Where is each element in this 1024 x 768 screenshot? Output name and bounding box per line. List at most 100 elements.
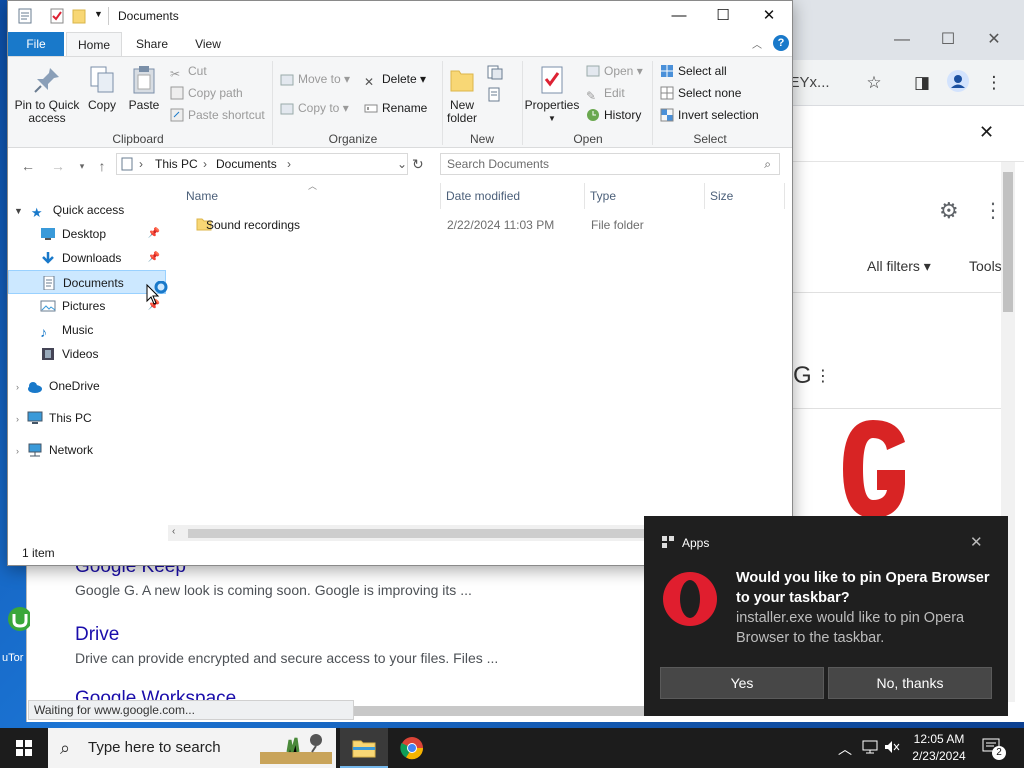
recent-locations-icon[interactable]: ▾: [72, 157, 92, 175]
column-header-date[interactable]: Date modified: [446, 189, 520, 203]
tab-file[interactable]: File: [8, 32, 64, 56]
toast-close-icon[interactable]: ✕: [970, 533, 983, 551]
new-folder-quick-icon[interactable]: [72, 8, 86, 27]
history-icon: [586, 108, 600, 122]
bookmark-star-icon[interactable]: ☆: [861, 70, 887, 96]
chrome-menu-icon[interactable]: ⋮: [981, 70, 1007, 96]
taskbar-file-explorer[interactable]: [340, 728, 388, 768]
paste-button[interactable]: Paste: [126, 65, 162, 112]
customize-toolbar-icon[interactable]: ▼: [94, 9, 103, 19]
no-thanks-button[interactable]: No, thanks: [828, 667, 992, 699]
open-button[interactable]: Open ▾: [586, 61, 643, 81]
explorer-titlebar: ▼ Documents — ☐ ✕: [8, 1, 792, 32]
breadcrumb-separator: ›: [287, 157, 291, 171]
tab-view[interactable]: View: [186, 32, 230, 56]
side-panel-icon[interactable]: ◨: [909, 70, 935, 96]
all-filters-button[interactable]: All filters ▾: [867, 258, 931, 275]
select-none-button[interactable]: Select none: [660, 83, 741, 103]
nav-quick-access[interactable]: ▼ ★ Quick access: [8, 198, 166, 222]
file-date: 2/22/2024 11:03 PM: [447, 218, 555, 232]
taskbar-chrome[interactable]: [388, 728, 436, 768]
nav-label: Music: [62, 323, 94, 337]
settings-gear-icon[interactable]: ⚙: [939, 198, 959, 224]
breadcrumb-documents[interactable]: Documents: [216, 157, 277, 171]
nav-item-downloads[interactable]: Downloads 📌: [8, 246, 166, 270]
show-hidden-icons-chevron-icon[interactable]: ︿: [838, 739, 852, 759]
copy-icon: [87, 65, 117, 95]
rename-button[interactable]: Rename: [364, 98, 427, 118]
up-button[interactable]: ↑: [92, 157, 112, 175]
edit-button[interactable]: ✎ Edit: [586, 83, 625, 103]
checkmark-quick-icon[interactable]: [50, 8, 64, 27]
result-title-link[interactable]: Drive: [75, 624, 119, 646]
pictures-icon: [40, 297, 56, 312]
properties-button[interactable]: Properties ▼: [524, 65, 580, 125]
chrome-scrollbar-thumb[interactable]: [1003, 172, 1013, 312]
close-button[interactable]: ✕: [746, 1, 792, 31]
desktop-icon-utorrent[interactable]: uTor: [0, 600, 30, 670]
move-to-button[interactable]: Move to ▾: [280, 69, 350, 89]
nav-label: Desktop: [62, 227, 107, 241]
network-status-icon[interactable]: [862, 740, 878, 757]
tab-share[interactable]: Share: [128, 32, 176, 56]
cut-button[interactable]: ✂ Cut: [170, 61, 207, 81]
new-folder-button[interactable]: New folder: [442, 65, 482, 125]
scroll-left-icon[interactable]: ‹: [172, 526, 175, 537]
column-header-size[interactable]: Size: [710, 189, 733, 203]
collapse-ribbon-icon[interactable]: ︿: [752, 36, 762, 51]
select-all-button[interactable]: Select all: [660, 61, 727, 81]
breadcrumb-this-pc[interactable]: This PC: [155, 157, 198, 171]
copy-button[interactable]: Copy: [86, 65, 118, 112]
copy-to-button[interactable]: Copy to ▾: [280, 98, 349, 118]
nav-onedrive[interactable]: › OneDrive: [8, 374, 166, 398]
nav-item-desktop[interactable]: Desktop 📌: [8, 222, 166, 246]
help-icon[interactable]: ?: [773, 35, 789, 51]
nav-item-music[interactable]: ♪ Music: [8, 318, 166, 342]
result-title-link[interactable]: Google Workspace: [75, 688, 236, 700]
search-input[interactable]: Search Documents ⌕: [440, 153, 780, 175]
tools-button[interactable]: Tools: [969, 258, 1002, 274]
yes-button[interactable]: Yes: [660, 667, 824, 699]
address-dropdown-icon[interactable]: ⌄: [397, 157, 407, 171]
divider: [108, 7, 109, 25]
start-button[interactable]: [0, 728, 48, 768]
more-options-icon[interactable]: ⋮: [815, 366, 831, 386]
chrome-horizontal-scrollbar[interactable]: [354, 706, 644, 716]
new-item-icon[interactable]: [486, 65, 508, 84]
maximize-button[interactable]: ☐: [700, 1, 746, 31]
properties-quick-icon[interactable]: [18, 8, 32, 27]
forward-button[interactable]: →: [48, 157, 68, 175]
history-button[interactable]: History: [586, 105, 641, 125]
infobar-close-icon[interactable]: ✕: [979, 122, 994, 143]
chrome-close-button[interactable]: ✕: [971, 30, 1017, 50]
action-center-button[interactable]: 2: [982, 738, 1006, 760]
address-bar[interactable]: › This PC › Documents › ⌄: [116, 153, 408, 175]
nav-network[interactable]: › Network: [8, 438, 166, 462]
nav-item-documents[interactable]: Documents: [8, 270, 166, 294]
minimize-button[interactable]: —: [656, 1, 702, 31]
nav-item-videos[interactable]: Videos: [8, 342, 166, 366]
back-button[interactable]: ←: [18, 157, 38, 175]
paste-shortcut-label: Paste shortcut: [188, 108, 265, 122]
volume-muted-icon[interactable]: [884, 740, 900, 757]
nav-this-pc[interactable]: › This PC: [8, 406, 166, 430]
rename-icon: [364, 101, 378, 115]
easy-access-icon[interactable]: [486, 87, 508, 106]
table-row[interactable]: Sound recordings 2/22/2024 11:03 PM File…: [186, 215, 782, 235]
column-header-type[interactable]: Type: [590, 189, 616, 203]
refresh-icon[interactable]: ↻: [412, 156, 424, 173]
column-header-name[interactable]: Name: [186, 189, 218, 203]
clock[interactable]: 12:05 AM 2/23/2024: [904, 731, 974, 765]
taskbar-search-box[interactable]: ⌕ Type here to search: [48, 728, 336, 768]
delete-button[interactable]: ✕ Delete ▾: [364, 69, 426, 89]
profile-icon[interactable]: [945, 70, 971, 96]
paste-shortcut-button[interactable]: Paste shortcut: [170, 105, 265, 125]
nav-item-pictures[interactable]: Pictures 📌: [8, 294, 166, 318]
new-folder-label: New folder: [446, 98, 478, 125]
copy-path-button[interactable]: Copy path: [170, 83, 243, 103]
tab-home[interactable]: Home: [66, 32, 122, 56]
invert-selection-button[interactable]: Invert selection: [660, 105, 759, 125]
chrome-maximize-button[interactable]: ☐: [925, 30, 971, 50]
chrome-minimize-button[interactable]: —: [879, 30, 925, 50]
pin-to-quick-access-button[interactable]: Pin to Quick access: [14, 65, 80, 125]
